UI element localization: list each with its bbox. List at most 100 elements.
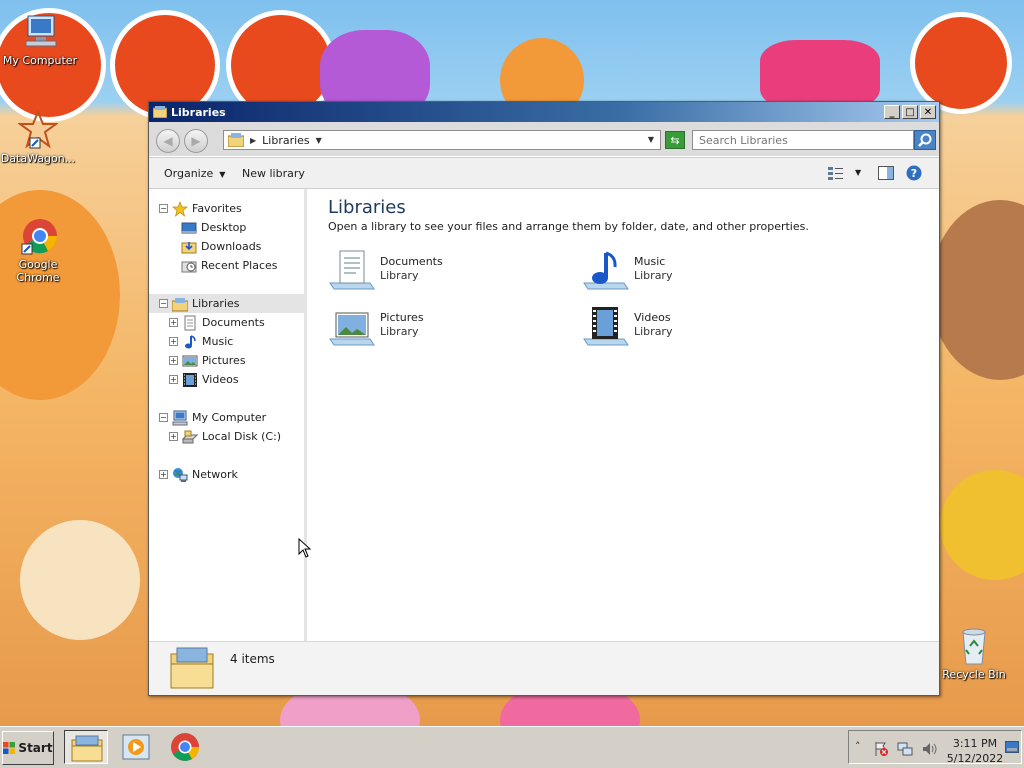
network-status-icon[interactable] <box>897 741 913 757</box>
taskbar-chrome-button[interactable] <box>164 730 208 764</box>
forward-button[interactable]: ▶ <box>184 129 208 153</box>
tree-label: Videos <box>202 373 239 386</box>
tree-item-favorites[interactable]: − Favorites <box>159 199 242 218</box>
system-tray: ˄ 3:11 PM 5/12/2022 <box>848 730 1022 766</box>
videos-icon <box>183 372 197 387</box>
expand-icon[interactable]: + <box>169 337 178 346</box>
tree-label: Downloads <box>201 240 262 253</box>
star-icon <box>172 200 188 217</box>
chrome-icon <box>171 733 199 761</box>
tree-label: My Computer <box>192 411 267 424</box>
preview-pane-button[interactable] <box>878 166 894 183</box>
tree-item-desktop[interactable]: Desktop <box>181 218 246 237</box>
navigation-bar: ◀ ▶ ▶ Libraries ▼ ▼ ⇆ <box>149 122 939 156</box>
tree-label: Pictures <box>202 354 246 367</box>
refresh-button[interactable]: ⇆ <box>665 131 685 149</box>
volume-icon[interactable] <box>921 741 937 757</box>
show-hidden-icons-button[interactable]: ˄ <box>855 740 861 753</box>
libraries-window[interactable]: Libraries _ □ ✕ ◀ ▶ ▶ Libraries ▼ ▼ ⇆ Or… <box>148 101 940 696</box>
breadcrumb-libraries[interactable]: Libraries <box>262 134 310 147</box>
back-button[interactable]: ◀ <box>156 129 180 153</box>
chevron-down-icon: ▼ <box>219 170 226 179</box>
navigation-pane: − Favorites Desktop Downloads Recent Pla… <box>149 189 307 641</box>
organize-button[interactable]: Organize ▼ <box>164 167 225 180</box>
help-icon: ? <box>906 165 922 181</box>
search-input[interactable] <box>692 130 914 150</box>
tree-item-recent-places[interactable]: Recent Places <box>181 256 278 275</box>
expand-icon[interactable]: + <box>159 470 168 479</box>
library-documents[interactable]: Documents Library <box>328 249 568 299</box>
clock[interactable]: 3:11 PM 5/12/2022 <box>945 736 1005 766</box>
library-music[interactable]: Music Library <box>582 249 822 299</box>
view-dropdown-icon[interactable]: ▼ <box>855 168 861 177</box>
tree-label: Recent Places <box>201 259 278 272</box>
pictures-library-icon <box>328 305 376 351</box>
library-name: Music <box>634 255 666 268</box>
taskbar: Start ˄ 3:11 PM 5/12/2022 <box>0 726 1024 768</box>
address-history-dropdown[interactable]: ▼ <box>648 135 654 144</box>
libraries-icon <box>153 106 167 118</box>
help-button[interactable]: ? <box>906 165 922 184</box>
window-titlebar[interactable]: Libraries _ □ ✕ <box>149 102 939 122</box>
collapse-icon[interactable]: − <box>159 204 168 213</box>
libraries-icon <box>228 133 244 147</box>
library-name: Pictures <box>380 311 424 324</box>
close-button[interactable]: ✕ <box>920 105 936 119</box>
desktop-icon-google-chrome[interactable]: Google Chrome <box>0 216 78 284</box>
expand-icon[interactable]: + <box>169 375 178 384</box>
expand-icon[interactable]: + <box>169 318 178 327</box>
breadcrumb-dropdown-icon[interactable]: ▼ <box>316 136 322 145</box>
recent-places-icon <box>181 261 197 272</box>
address-bar[interactable]: ▶ Libraries ▼ ▼ <box>223 130 661 150</box>
tree-item-documents[interactable]: + Documents <box>169 313 265 332</box>
libraries-icon <box>172 297 188 311</box>
library-videos[interactable]: Videos Library <box>582 305 822 355</box>
tree-item-videos[interactable]: + Videos <box>169 370 239 389</box>
forward-arrow-icon: ▶ <box>191 134 201 148</box>
desktop-icon-recycle-bin[interactable]: Recycle Bin <box>934 626 1014 681</box>
tree-item-libraries[interactable]: − Libraries <box>149 294 304 313</box>
desktop-icon-my-computer[interactable]: My Computer <box>0 12 80 67</box>
tree-item-my-computer[interactable]: − My Computer <box>159 408 266 427</box>
collapse-icon[interactable]: − <box>159 413 168 422</box>
library-name: Documents <box>380 255 443 268</box>
computer-icon <box>172 410 188 425</box>
view-options-button[interactable] <box>828 166 844 183</box>
library-type: Library <box>380 325 419 338</box>
action-center-flag-icon[interactable] <box>873 741 889 757</box>
show-desktop-icon[interactable] <box>1005 741 1019 753</box>
tree-item-music[interactable]: + Music <box>169 332 233 351</box>
tree-item-pictures[interactable]: + Pictures <box>169 351 246 370</box>
search-button[interactable] <box>914 130 936 150</box>
maximize-button[interactable]: □ <box>902 105 918 119</box>
expand-icon[interactable]: + <box>169 432 178 441</box>
desktop-icon-datawagon[interactable]: DataWagon... <box>0 109 78 165</box>
explorer-folder-icon <box>71 735 103 762</box>
tree-label: Network <box>192 468 238 481</box>
libraries-folder-icon <box>170 647 214 689</box>
new-library-button[interactable]: New library <box>242 167 305 180</box>
datawagon-icon <box>16 109 60 150</box>
refresh-icon: ⇆ <box>670 133 680 147</box>
videos-library-icon <box>582 305 630 351</box>
clock-date: 5/12/2022 <box>946 752 1004 765</box>
hard-drive-icon <box>182 430 198 443</box>
expand-icon[interactable]: + <box>169 356 178 365</box>
library-pictures[interactable]: Pictures Library <box>328 305 568 355</box>
tree-item-local-disk[interactable]: + Local Disk (C:) <box>169 427 281 446</box>
taskbar-media-player-button[interactable] <box>114 730 158 764</box>
breadcrumb-arrow-icon[interactable]: ▶ <box>250 136 256 145</box>
collapse-icon[interactable]: − <box>159 299 168 308</box>
desktop-icon-label: DataWagon... <box>0 152 76 165</box>
minimize-button[interactable]: _ <box>884 105 900 119</box>
clock-time: 3:11 PM <box>952 737 998 750</box>
taskbar-explorer-button[interactable] <box>64 730 108 764</box>
item-count: 4 items <box>230 652 275 666</box>
tree-item-network[interactable]: + Network <box>159 465 238 484</box>
start-label: Start <box>18 741 53 755</box>
pictures-icon <box>182 355 198 366</box>
start-button[interactable]: Start <box>2 731 54 765</box>
mouse-cursor-icon <box>298 538 312 558</box>
svg-text:?: ? <box>911 167 917 180</box>
tree-item-downloads[interactable]: Downloads <box>181 237 261 256</box>
